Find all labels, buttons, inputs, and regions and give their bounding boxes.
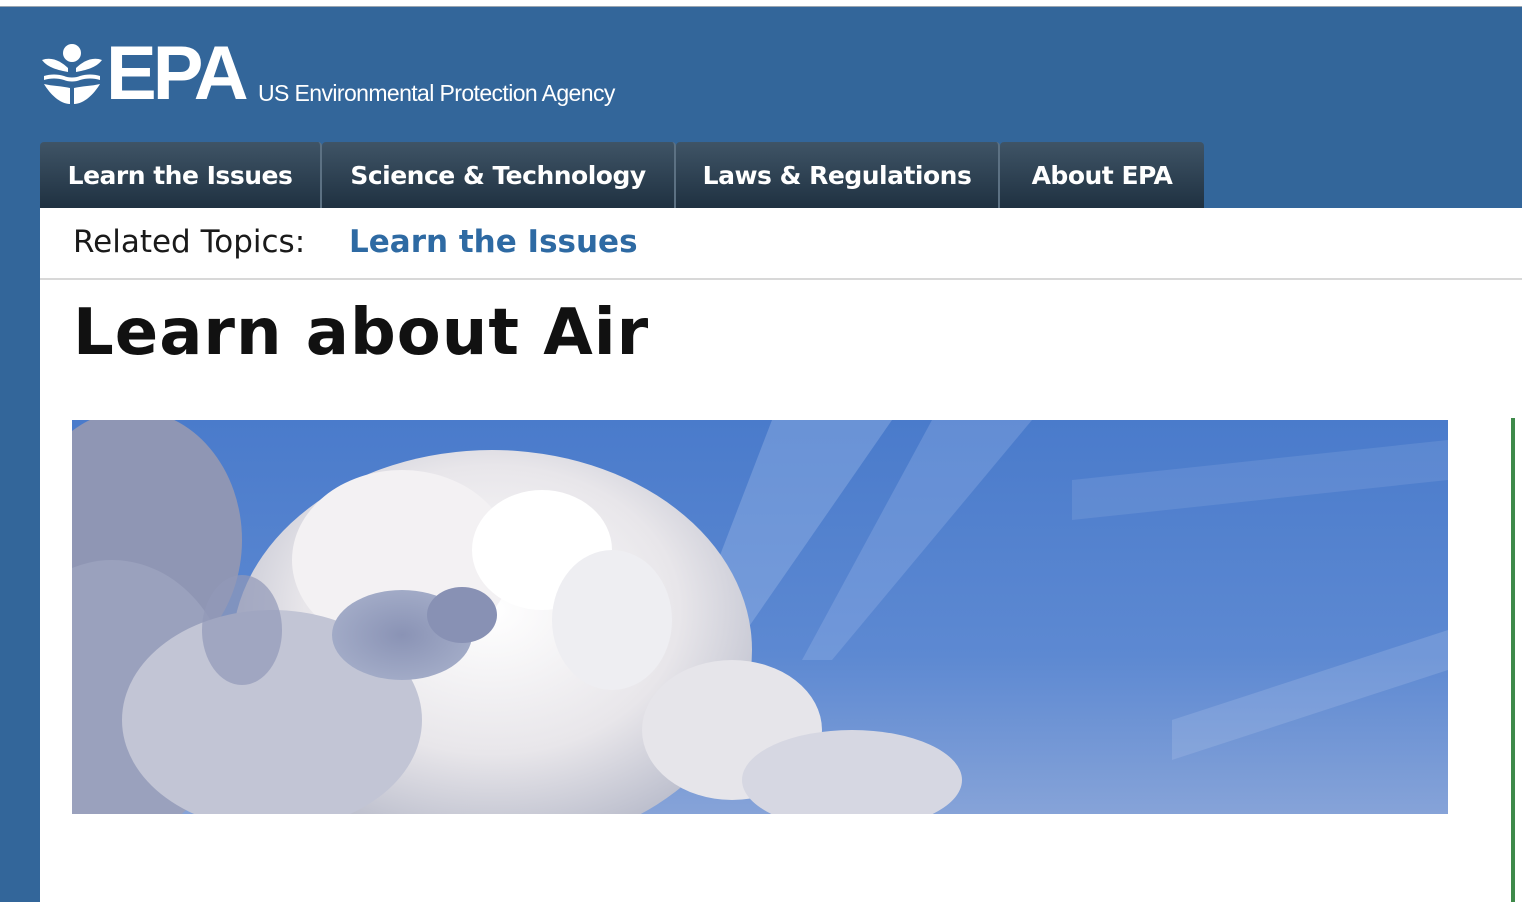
agency-name: US Environmental Protection Agency <box>258 80 615 106</box>
right-side-rule <box>1511 418 1515 902</box>
content-area: Related Topics: Learn the Issues Learn a… <box>40 208 1522 902</box>
nav-tab-science-technology[interactable]: Science & Technology <box>322 142 676 208</box>
hero-sky-image <box>72 420 1448 814</box>
related-topics-bar: Related Topics: Learn the Issues <box>40 208 1522 280</box>
nav-tab-laws-regulations[interactable]: Laws & Regulations <box>676 142 1000 208</box>
top-border <box>0 0 1522 7</box>
page-title: Learn about Air <box>73 296 650 370</box>
logo-text: EPA <box>106 31 249 116</box>
epa-logo[interactable]: EPA <box>40 31 249 116</box>
nav-tab-about-epa[interactable]: About EPA <box>1000 142 1204 208</box>
related-topics-link[interactable]: Learn the Issues <box>349 224 638 260</box>
epa-flower-logo-icon <box>40 42 104 106</box>
nav-tab-learn-the-issues[interactable]: Learn the Issues <box>40 142 322 208</box>
main-nav: Learn the Issues Science & Technology La… <box>40 142 1204 208</box>
related-topics-label: Related Topics: <box>73 224 306 260</box>
